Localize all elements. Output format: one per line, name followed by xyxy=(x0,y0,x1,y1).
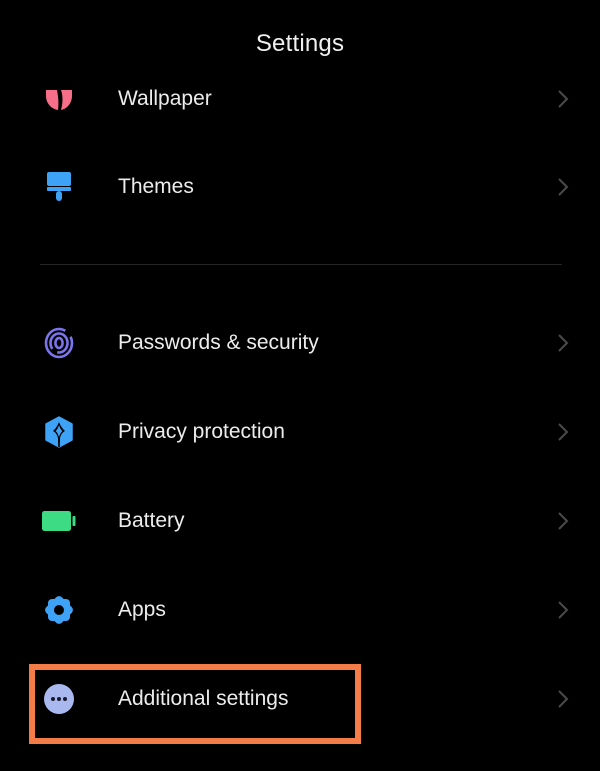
chevron-right-icon xyxy=(553,88,573,110)
chevron-right-icon xyxy=(553,332,573,354)
more-dots-icon xyxy=(40,684,78,714)
settings-item-label: Privacy protection xyxy=(118,420,285,443)
page-title: Settings xyxy=(255,30,345,57)
section-divider xyxy=(40,264,562,265)
settings-item-label: Battery xyxy=(118,509,185,532)
paintbrush-icon xyxy=(40,172,78,202)
settings-item-privacy-protection[interactable]: Privacy protection xyxy=(0,402,600,462)
settings-item-apps[interactable]: Apps xyxy=(0,580,600,640)
settings-item-label: Themes xyxy=(118,175,194,198)
fingerprint-icon xyxy=(40,327,78,359)
chevron-right-icon xyxy=(553,510,573,532)
settings-item-wallpaper[interactable]: Wallpaper xyxy=(0,69,600,129)
battery-icon xyxy=(40,506,78,536)
settings-item-label: Wallpaper xyxy=(118,87,212,110)
gear-icon xyxy=(40,595,78,625)
settings-item-themes[interactable]: Themes xyxy=(0,157,600,217)
privacy-shield-icon xyxy=(40,416,78,448)
chevron-right-icon xyxy=(553,421,573,443)
chevron-right-icon xyxy=(553,688,573,710)
settings-item-additional-settings[interactable]: Additional settings xyxy=(0,669,600,729)
settings-item-passwords-security[interactable]: Passwords & security xyxy=(0,313,600,373)
settings-item-battery[interactable]: Battery xyxy=(0,491,600,551)
settings-item-label: Apps xyxy=(118,598,166,621)
settings-item-label: Additional settings xyxy=(118,687,289,710)
chevron-right-icon xyxy=(553,599,573,621)
wallpaper-icon xyxy=(40,84,78,114)
chevron-right-icon xyxy=(553,176,573,198)
settings-item-label: Passwords & security xyxy=(118,331,319,354)
